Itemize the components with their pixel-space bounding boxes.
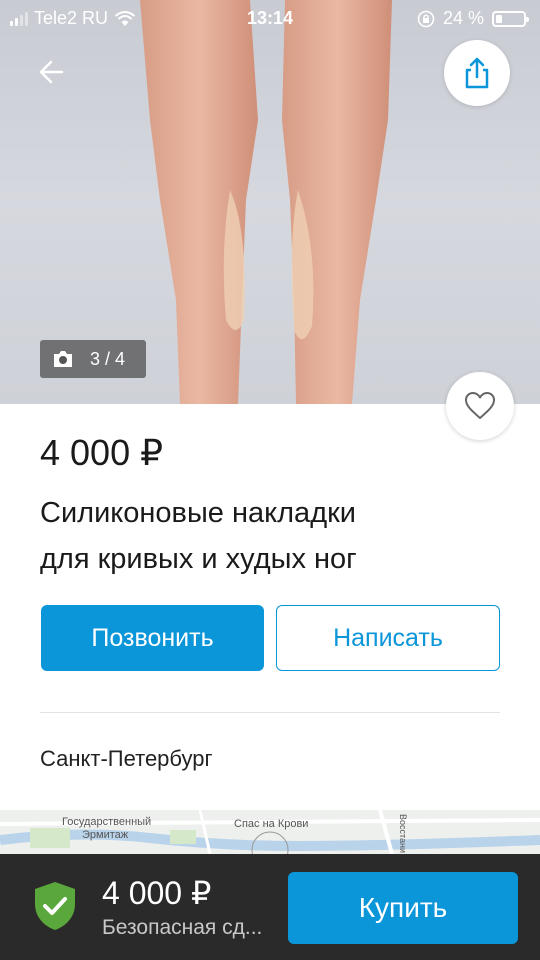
back-arrow-icon — [39, 60, 64, 84]
location-map[interactable]: Государственный Эрмитаж Спас на Крови Во… — [0, 810, 540, 854]
bottom-bar: 4 000 ₽ Безопасная сд... Купить — [0, 854, 540, 960]
shield-check-icon — [35, 882, 75, 930]
safe-deal-label[interactable]: Безопасная сд... — [102, 916, 282, 940]
photo-counter: 3 / 4 — [40, 340, 146, 378]
photo-counter-text: 3 / 4 — [90, 348, 126, 369]
battery-icon — [492, 10, 529, 27]
rotation-lock-icon — [417, 10, 435, 27]
divider — [40, 712, 500, 713]
map-label-hermitage-1: Государственный — [62, 816, 152, 828]
map-label-spas: Спас на Крови — [234, 818, 309, 830]
call-button[interactable]: Позвонить — [41, 605, 264, 671]
listing-title-line-1: Силиконовые накладки — [40, 497, 356, 529]
share-button[interactable] — [444, 40, 510, 106]
heart-icon — [465, 392, 495, 419]
share-icon — [465, 57, 489, 89]
listing-title-line-2: для кривых и худых ног — [40, 543, 357, 575]
buy-button[interactable]: Купить — [288, 872, 518, 944]
favorite-button[interactable] — [446, 372, 514, 440]
battery-percent: 24 % — [442, 8, 484, 28]
camera-icon — [54, 351, 72, 367]
listing-photo[interactable]: 3 / 4 — [0, 0, 540, 404]
map-label-vosstaniya: Восстани — [398, 814, 408, 854]
status-right: 24 % — [417, 8, 529, 29]
listing-city: Санкт-Петербург — [40, 746, 213, 771]
map-label-hermitage-2: Эрмитаж — [82, 829, 129, 841]
write-button[interactable]: Написать — [276, 605, 500, 671]
listing-price: 4 000 ₽ — [40, 432, 163, 473]
listing-title: Силиконовые накладки для кривых и худых … — [40, 490, 480, 582]
status-bar: Tele2 RU 13:14 24 % — [0, 0, 540, 36]
bottom-price: 4 000 ₽ — [102, 875, 212, 911]
back-button[interactable] — [34, 52, 74, 92]
